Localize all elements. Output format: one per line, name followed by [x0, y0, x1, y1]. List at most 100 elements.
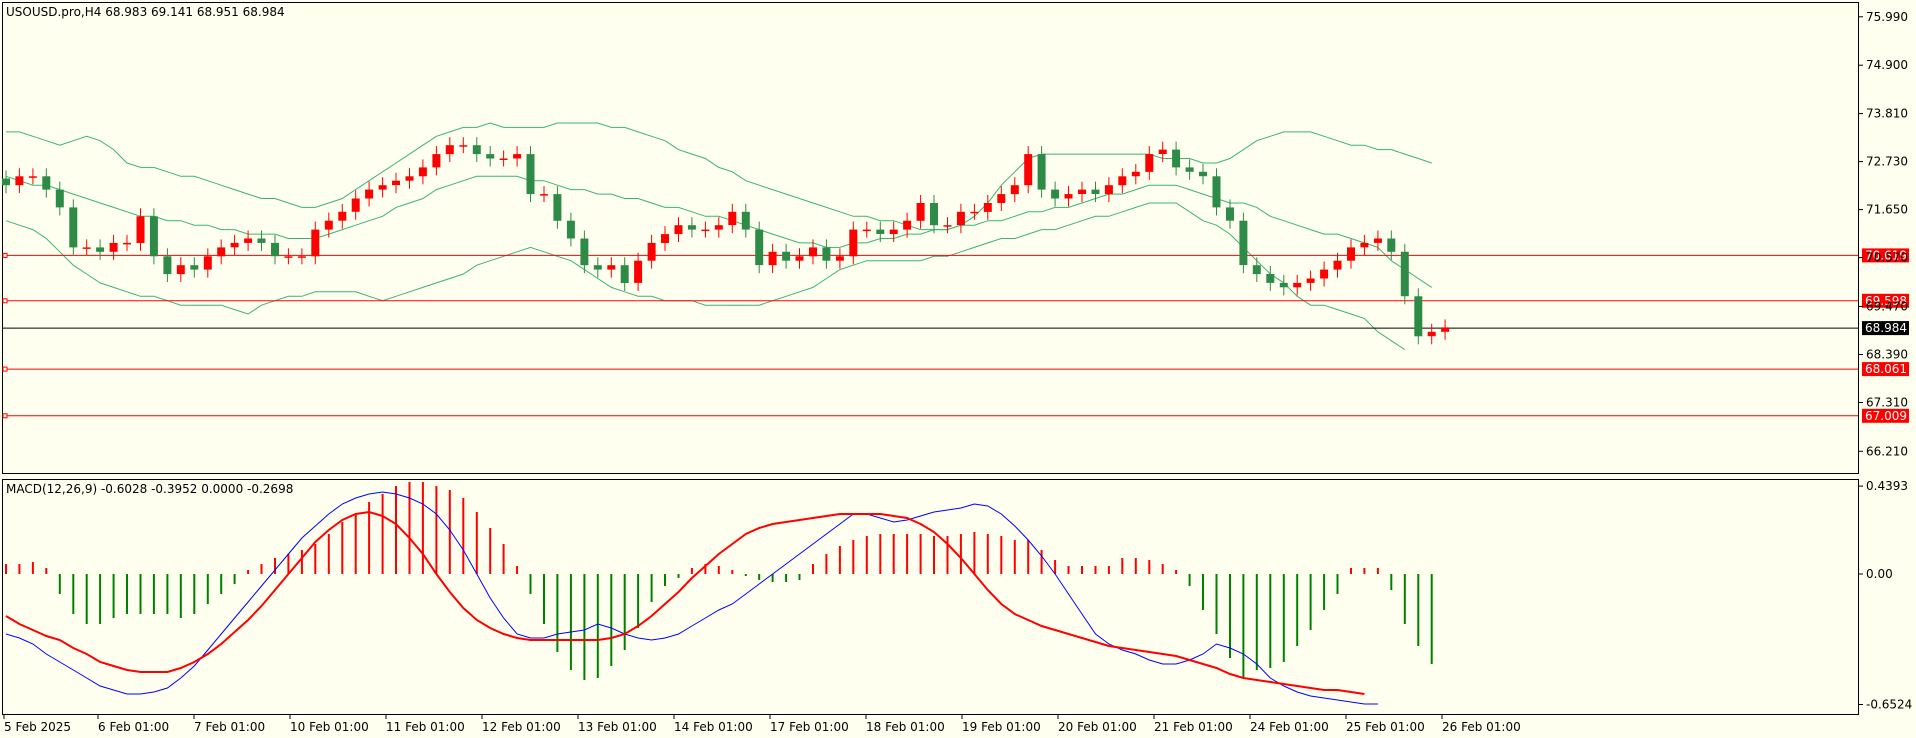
- bullish-candle: [1320, 269, 1329, 279]
- bullish-candle: [432, 154, 441, 168]
- bearish-candle: [930, 203, 938, 226]
- bullish-candle: [835, 256, 844, 261]
- bullish-candle: [459, 145, 468, 147]
- bullish-candle: [634, 260, 643, 283]
- level-anchor-handle[interactable]: [2, 413, 8, 419]
- time-tick-label: 7 Feb 01:00: [194, 720, 265, 734]
- bearish-candle: [1414, 296, 1423, 337]
- bullish-candle: [1010, 185, 1019, 195]
- bullish-candle: [418, 167, 427, 177]
- bullish-candle: [136, 216, 145, 243]
- time-tick-label: 19 Feb 01:00: [962, 720, 1041, 734]
- price-tick-label: 75.990: [1866, 10, 1908, 24]
- bullish-candle: [970, 211, 979, 214]
- bearish-candle: [1185, 167, 1194, 172]
- bullish-candle: [795, 256, 804, 261]
- time-tick-label: 10 Feb 01:00: [290, 720, 369, 734]
- bullish-candle: [513, 154, 522, 159]
- bullish-candle: [768, 251, 777, 266]
- bullish-candle: [714, 225, 723, 230]
- time-tick-label: 17 Feb 01:00: [770, 720, 849, 734]
- bullish-candle: [351, 198, 360, 212]
- bearish-candle: [1279, 282, 1288, 288]
- bearish-candle: [190, 265, 199, 270]
- price-tick-label: 68.390: [1866, 348, 1908, 362]
- bullish-candle: [28, 176, 37, 178]
- bullish-candle: [1078, 189, 1086, 194]
- bullish-candle: [943, 225, 952, 227]
- bullish-candle: [1441, 327, 1450, 332]
- price-tick-label: 67.310: [1866, 396, 1908, 410]
- bearish-candle: [526, 154, 535, 195]
- bullish-candle: [1373, 238, 1382, 243]
- bullish-candle: [203, 256, 212, 270]
- bullish-candle: [311, 229, 320, 257]
- level-anchor-handle[interactable]: [2, 252, 8, 258]
- bullish-candle: [674, 225, 683, 235]
- price-tick-label: 70.570: [1866, 251, 1908, 265]
- bullish-candle: [1427, 331, 1436, 337]
- price-level-tag-label: 68.061: [1865, 362, 1907, 376]
- price-level-tag-label: 68.984: [1865, 321, 1907, 335]
- chart-title: USOUSD.pro,H4 68.983 69.141 68.951 68.98…: [6, 5, 285, 19]
- time-tick-label: 5 Feb 2025: [4, 720, 71, 734]
- level-anchor-handle[interactable]: [2, 298, 8, 304]
- bullish-candle: [903, 220, 912, 230]
- bearish-candle: [486, 154, 495, 159]
- bullish-candle: [230, 242, 239, 248]
- bearish-candle: [687, 225, 696, 230]
- bearish-candle: [822, 247, 831, 261]
- bullish-candle: [997, 194, 1006, 203]
- bearish-candle: [257, 238, 266, 243]
- level-anchor-handle[interactable]: [2, 366, 8, 372]
- bullish-candle: [701, 229, 710, 232]
- bearish-candle: [553, 194, 562, 221]
- price-tick-label: 74.900: [1866, 58, 1908, 72]
- bullish-candle: [1104, 185, 1113, 195]
- bearish-candle: [593, 265, 602, 270]
- price-tick-label: 72.730: [1866, 155, 1908, 169]
- bearish-candle: [96, 247, 105, 252]
- bearish-candle: [1199, 171, 1207, 177]
- bearish-candle: [1091, 189, 1100, 194]
- macd-tick-label: 0.00: [1866, 567, 1893, 581]
- bullish-candle: [499, 158, 508, 160]
- bullish-candle: [849, 229, 858, 257]
- bullish-candle: [365, 189, 374, 199]
- bearish-candle: [42, 176, 51, 190]
- bullish-candle: [15, 176, 24, 186]
- bullish-candle: [338, 211, 347, 221]
- bearish-candle: [1037, 154, 1046, 190]
- bullish-candle: [445, 145, 454, 155]
- macd-tick-label: -0.6524: [1866, 698, 1912, 712]
- bearish-candle: [1266, 274, 1275, 283]
- bearish-candle: [1172, 149, 1181, 168]
- bullish-candle: [284, 256, 293, 258]
- bullish-candle: [540, 194, 548, 196]
- price-tick-label: 66.210: [1866, 444, 1908, 458]
- bullish-candle: [1293, 282, 1302, 288]
- bullish-candle: [1158, 149, 1167, 154]
- bullish-candle: [983, 203, 992, 212]
- time-tick-label: 21 Feb 01:00: [1154, 720, 1233, 734]
- bullish-candle: [862, 229, 871, 232]
- bearish-candle: [580, 238, 589, 266]
- bullish-candle: [647, 242, 656, 261]
- bearish-candle: [755, 229, 764, 266]
- bearish-candle: [1239, 220, 1248, 266]
- bearish-candle: [876, 229, 885, 234]
- time-tick-label: 24 Feb 01:00: [1250, 720, 1329, 734]
- bullish-candle: [123, 242, 131, 245]
- time-tick-label: 14 Feb 01:00: [674, 720, 753, 734]
- time-tick-label: 25 Feb 01:00: [1346, 720, 1425, 734]
- bullish-candle: [1306, 278, 1315, 283]
- bullish-candle: [889, 229, 898, 234]
- bearish-candle: [1252, 265, 1261, 275]
- macd-tick-label: 0.4393: [1866, 479, 1908, 493]
- time-tick-label: 20 Feb 01:00: [1058, 720, 1137, 734]
- bullish-candle: [82, 247, 91, 249]
- trading-chart[interactable]: 70.61969.59868.98468.06167.009 75.99074.…: [0, 0, 1916, 738]
- bearish-candle: [1226, 207, 1234, 221]
- bearish-candle: [2, 178, 10, 186]
- time-tick-label: 12 Feb 01:00: [482, 720, 561, 734]
